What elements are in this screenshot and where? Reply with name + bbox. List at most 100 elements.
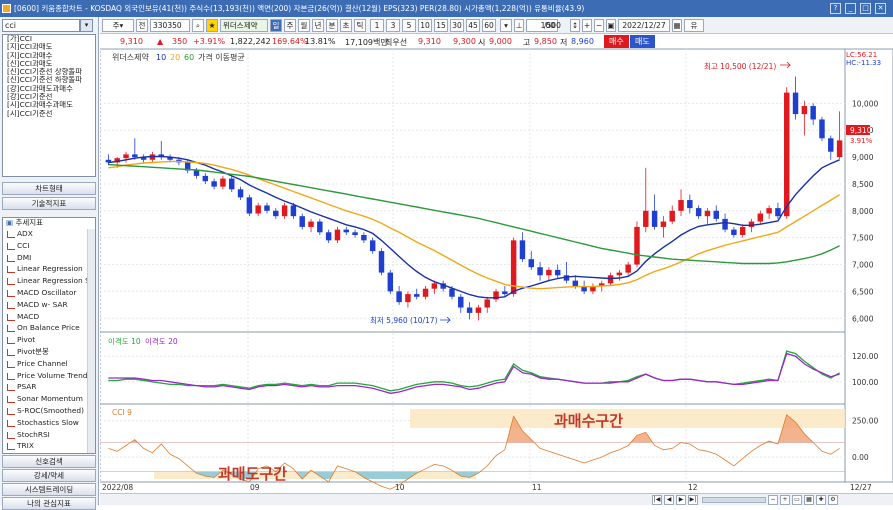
zoom-in-chart-icon[interactable]: + xyxy=(780,495,790,505)
period-day-button[interactable]: 일 xyxy=(270,19,282,32)
market-select[interactable]: 주▾ xyxy=(102,19,134,32)
zoom-out-chart-icon[interactable]: − xyxy=(768,495,778,505)
indicator-item[interactable]: CCI xyxy=(3,240,95,252)
date-input[interactable]: 2022/12/27 xyxy=(618,19,670,32)
interval-spin-icon[interactable]: ▾ xyxy=(500,19,512,32)
trend-folder[interactable]: ▣ 추세지표 xyxy=(3,218,95,228)
candle-down xyxy=(722,218,728,230)
ma20-legend: 20 xyxy=(170,53,180,62)
condition-item[interactable]: [신]CCI기준선 상향돌파 xyxy=(3,68,95,76)
indicator-item[interactable]: Pivot분봉 xyxy=(3,346,95,358)
bull-bear-button[interactable]: 강세/약세 xyxy=(2,469,96,482)
period-minute-button[interactable]: 분 xyxy=(326,19,338,32)
toggle-button[interactable]: ⊥ xyxy=(514,19,524,32)
scroll-track[interactable] xyxy=(702,497,766,503)
price-tick-label: 9,000 xyxy=(852,153,874,162)
close-button[interactable]: ✕ xyxy=(875,3,886,14)
indicator-item[interactable]: ADX xyxy=(3,228,95,240)
condition-item[interactable]: [신]CCI기준선 하향돌파 xyxy=(3,76,95,84)
fit-icon[interactable]: ↕ xyxy=(570,19,580,32)
period-month-button[interactable]: 월 xyxy=(298,19,310,32)
indicator-item[interactable]: Price Channel xyxy=(3,358,95,370)
condition-item[interactable]: [가]CCI xyxy=(3,35,95,43)
my-indicators-button[interactable]: 나의 관심지표 xyxy=(2,497,96,510)
indicator-search-input[interactable]: cci xyxy=(2,19,80,32)
grid-icon[interactable]: ▦ xyxy=(804,495,814,505)
indicator-item[interactable]: StochRSI xyxy=(3,429,95,441)
sell-button[interactable]: 매도 xyxy=(630,35,655,48)
candle-up xyxy=(484,299,490,308)
indicator-item[interactable]: PSAR xyxy=(3,381,95,393)
chart-type-button[interactable]: 차트형태 xyxy=(2,182,96,195)
maximize-button[interactable]: □ xyxy=(860,3,871,14)
indicator-item[interactable]: Sonar Momentum xyxy=(3,393,95,405)
indicator-item[interactable]: MACD xyxy=(3,311,95,323)
indicator-item[interactable]: Linear Regression xyxy=(3,263,95,275)
indicator-item[interactable]: Price Volume Trend xyxy=(3,370,95,382)
indicator-item[interactable]: MACD w- SAR xyxy=(3,299,95,311)
buy-button[interactable]: 매수 xyxy=(604,35,629,48)
condition-item[interactable]: [강]CCI기준선 xyxy=(3,93,95,101)
dropdown-arrow-icon[interactable]: ▾ xyxy=(80,19,93,32)
interval-button[interactable]: 60 xyxy=(482,19,496,32)
indicator-item[interactable]: Linear Regression Slope xyxy=(3,275,95,287)
minimize-button[interactable]: _ xyxy=(845,3,856,14)
interval-button[interactable]: 45 xyxy=(466,19,480,32)
play-icon[interactable]: ▶ xyxy=(676,495,686,505)
fit-chart-icon[interactable]: ▭ xyxy=(792,495,802,505)
interval-button[interactable]: 10 xyxy=(418,19,432,32)
right-option-button[interactable]: 유 xyxy=(684,19,704,32)
indicator-item[interactable]: Stochastics Slow xyxy=(3,417,95,429)
cci-tick-label: 250.00 xyxy=(852,417,878,426)
scroll-prev-icon[interactable]: ◀ xyxy=(664,495,674,505)
candle-down xyxy=(387,272,394,292)
interval-button[interactable]: 30 xyxy=(450,19,464,32)
indicator-scrollbar[interactable] xyxy=(87,229,95,453)
signal-search-button[interactable]: 신호검색 xyxy=(2,455,96,468)
condition-item[interactable]: [강]CCI과매도과매수 xyxy=(3,85,95,93)
indicator-item[interactable]: MACD Oscillator xyxy=(3,287,95,299)
indicator-item[interactable]: TRIX xyxy=(3,440,95,452)
save-icon[interactable]: ▣ xyxy=(606,19,616,32)
indicator-item[interactable]: S-ROC(Smoothed) xyxy=(3,405,95,417)
zoom-in-icon[interactable]: + xyxy=(582,19,592,32)
scroll-next-icon[interactable]: ▶| xyxy=(688,495,698,505)
condition-item[interactable]: [지]CCI과매수 xyxy=(3,52,95,60)
interval-button[interactable]: 15 xyxy=(434,19,448,32)
chart-area[interactable]: 10,0009,5009,0008,5008,0007,5007,0006,50… xyxy=(100,49,893,493)
period-tick-button[interactable]: 틱 xyxy=(354,19,366,32)
crosshair-icon[interactable]: ✚ xyxy=(816,495,826,505)
help-icon[interactable]: ? xyxy=(830,3,841,14)
indicator-item[interactable]: Pivot xyxy=(3,334,95,346)
calendar-icon[interactable]: ▦ xyxy=(672,19,682,32)
indicator-item[interactable]: DMI xyxy=(3,252,95,264)
condition-item[interactable]: [신]CCI과매도 xyxy=(3,60,95,68)
interval-button[interactable]: 5 xyxy=(402,19,416,32)
condition-item[interactable]: [시]CCI과매수과매도 xyxy=(3,101,95,109)
candle-down xyxy=(449,288,455,297)
condition-item[interactable]: [시]CCI기준선 xyxy=(3,110,95,118)
trade-amount: 17,109백만 xyxy=(345,38,388,47)
tech-indicator-tab[interactable]: 기술적지표 xyxy=(2,197,96,210)
interval-button[interactable]: 3 xyxy=(386,19,400,32)
candle-down xyxy=(528,259,534,268)
stock-code-input[interactable]: 330350 xyxy=(150,19,190,32)
indicator-tree[interactable]: ▣ 추세지표 ADX CCI DMI Linear Regression Linear … xyxy=(2,217,96,454)
condition-item[interactable]: [지]CCI과매도 xyxy=(3,43,95,51)
candle-up xyxy=(704,210,711,217)
all-button[interactable]: 전 xyxy=(136,19,148,32)
candle-up xyxy=(308,221,314,227)
x-axis-label: 2022/08 xyxy=(102,483,133,492)
indicator-item[interactable]: On Balance Price xyxy=(3,322,95,334)
system-trading-button[interactable]: 시스템트레이딩 xyxy=(2,483,96,496)
period-week-button[interactable]: 주 xyxy=(284,19,296,32)
zoom-out-icon[interactable]: − xyxy=(594,19,604,32)
candle-down xyxy=(369,240,376,252)
period-second-button[interactable]: 초 xyxy=(340,19,352,32)
scroll-first-icon[interactable]: |◀ xyxy=(652,495,662,505)
search-icon[interactable]: ⌕ xyxy=(192,19,204,32)
interval-button[interactable]: 1 xyxy=(370,19,384,32)
condition-list[interactable]: [가]CCI [지]CCI과매도 [지]CCI과매수 [신]CCI과매도 [신]CCI기… xyxy=(2,34,96,177)
period-year-button[interactable]: 년 xyxy=(312,19,324,32)
settings-icon[interactable]: ⚙ xyxy=(828,495,838,505)
